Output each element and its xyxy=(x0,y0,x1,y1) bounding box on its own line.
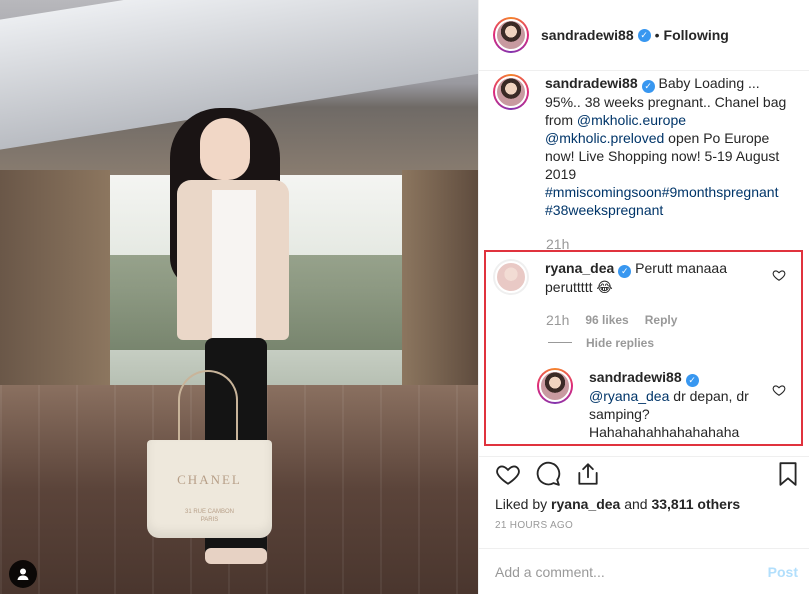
caption-username[interactable]: sandradewi88 xyxy=(545,75,638,91)
caption: sandradewi88 ✓ Baby Loading ... 95%.. 38 … xyxy=(493,74,803,219)
comment-likes[interactable]: 96 likes xyxy=(585,313,628,327)
reply-text: sandradewi88 ✓ @ryana_dea dr depan, dr sa… xyxy=(589,368,759,441)
comment-item: ryana_dea ✓ Perutt manaaa peruttttt 😂 xyxy=(493,259,803,296)
photo-pillar-right xyxy=(402,170,478,390)
caption-text: sandradewi88 ✓ Baby Loading ... 95%.. 38 … xyxy=(545,74,795,219)
share-icon[interactable] xyxy=(575,461,601,487)
likes-prefix: Liked by xyxy=(495,496,552,512)
comment-meta: 21h 96 likes Reply xyxy=(546,312,677,328)
bookmark-icon[interactable] xyxy=(775,461,801,487)
post-sidebar: sandradewi88 ✓ • Following sandradewi88 ✓… xyxy=(478,0,809,594)
avatar[interactable] xyxy=(537,368,573,404)
reply-item: sandradewi88 ✓ @ryana_dea dr depan, dr sa… xyxy=(537,368,797,441)
post-button[interactable]: Post xyxy=(768,564,798,580)
photo-bag-sub: 31 RUE CAMBON PARIS xyxy=(184,509,234,523)
comment-username[interactable]: ryana_dea xyxy=(545,260,614,276)
following-button[interactable]: Following xyxy=(664,27,729,43)
comment-like-icon[interactable] xyxy=(772,268,786,282)
hide-replies-label: Hide replies xyxy=(586,336,655,350)
photo-shirt xyxy=(212,190,256,340)
likes-others[interactable]: 33,811 others xyxy=(651,496,740,512)
hashtag-links[interactable]: #mmiscomingsoon#9monthspregnant #38weeks… xyxy=(545,184,778,218)
verified-icon: ✓ xyxy=(641,79,655,93)
post-username[interactable]: sandradewi88 xyxy=(541,27,634,43)
verified-icon: ✓ xyxy=(618,264,632,278)
mention-link[interactable]: @mkholic.preloved xyxy=(545,130,664,146)
heart-icon[interactable] xyxy=(495,461,521,487)
user-icon xyxy=(17,568,29,580)
comments-list[interactable]: sandradewi88 ✓ Baby Loading ... 95%.. 38 … xyxy=(479,72,809,456)
photo-pillar-left xyxy=(0,170,110,390)
verified-icon: ✓ xyxy=(637,28,651,42)
comment-text: ryana_dea ✓ Perutt manaaa peruttttt 😂 xyxy=(545,259,765,296)
post-header: sandradewi88 ✓ • Following xyxy=(479,0,809,71)
comment-icon[interactable] xyxy=(535,461,561,487)
reply-button[interactable]: Reply xyxy=(645,313,678,327)
avatar[interactable] xyxy=(493,74,529,110)
post-age[interactable]: 21 HOURS AGO xyxy=(495,520,573,531)
post-photo[interactable]: CHANEL 31 RUE CAMBON PARIS xyxy=(0,0,478,594)
hide-replies-button[interactable]: Hide replies xyxy=(548,336,655,350)
comment-input[interactable] xyxy=(495,563,735,580)
photo-bag-brand: CHANEL xyxy=(177,472,242,487)
add-comment-bar: Post xyxy=(479,548,809,594)
photo-shoes xyxy=(205,548,267,564)
mention-link[interactable]: @ryana_dea xyxy=(589,388,669,404)
reply-username[interactable]: sandradewi88 xyxy=(589,369,682,385)
mention-link[interactable]: @mkholic.europe xyxy=(577,112,686,128)
verified-icon: ✓ xyxy=(685,373,699,387)
likes-middle: and xyxy=(620,496,652,512)
likes-user[interactable]: ryana_dea xyxy=(551,496,620,512)
avatar[interactable] xyxy=(493,259,529,295)
user-tag-button[interactable] xyxy=(9,560,37,588)
likes-summary: Liked by ryana_dea and 33,811 others xyxy=(495,496,740,512)
comment-time[interactable]: 21h xyxy=(546,312,569,328)
reply-like-icon[interactable] xyxy=(772,383,786,397)
separator-dot: • xyxy=(654,27,660,43)
avatar[interactable] xyxy=(493,17,529,53)
photo-face xyxy=(200,118,250,180)
photo-bag-strap xyxy=(178,370,238,450)
action-bar xyxy=(479,456,809,496)
replies-line xyxy=(548,342,572,343)
